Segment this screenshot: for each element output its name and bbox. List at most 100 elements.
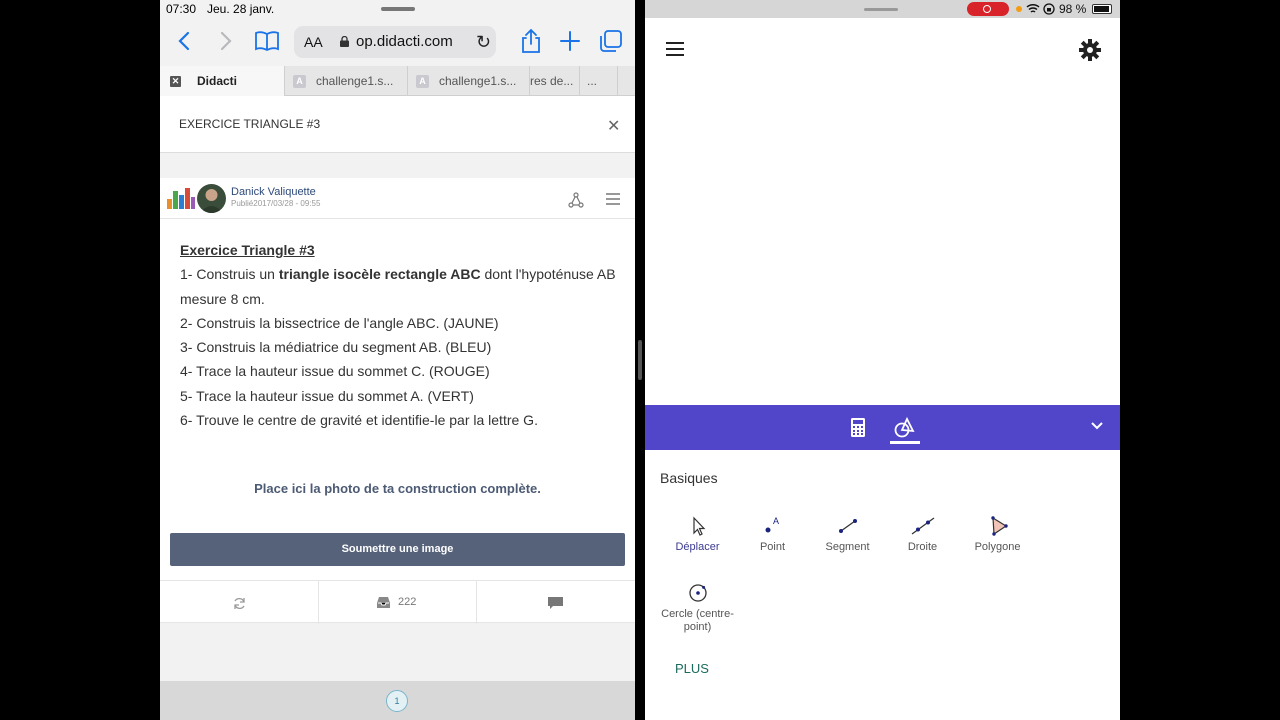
submissions-count: 222 xyxy=(398,596,417,608)
network-share-icon[interactable] xyxy=(568,192,584,208)
mic-indicator-icon xyxy=(1016,6,1022,12)
geogebra-pane: 98 % Basiques Déplacer A Point Segment D… xyxy=(645,0,1120,720)
share-icon[interactable] xyxy=(518,28,544,54)
post-actions: 222 xyxy=(160,580,635,624)
cursor-icon xyxy=(692,516,705,536)
divider-handle[interactable] xyxy=(638,340,642,380)
calculator-icon[interactable] xyxy=(851,418,865,437)
point-icon: A xyxy=(765,516,779,533)
wifi-icon xyxy=(1026,3,1040,13)
tool-line[interactable]: Droite xyxy=(885,514,960,554)
tab-didacti[interactable]: ✕ Didacti xyxy=(160,66,285,96)
tab-label: Didacti xyxy=(197,74,238,88)
post-heading: Exercice Triangle #3 xyxy=(180,242,315,258)
tab-overflow[interactable]: ... xyxy=(580,66,618,96)
multitask-grabber[interactable] xyxy=(381,7,415,11)
exercise-body: Exercice Triangle #3 1- Construis un tri… xyxy=(180,238,620,432)
tool-move[interactable]: Déplacer xyxy=(660,514,735,554)
avatar xyxy=(197,184,226,213)
status-bar: 07:30 Jeu. 28 janv. xyxy=(160,0,635,18)
battery-icon xyxy=(1092,4,1112,14)
pagination-area: 1 xyxy=(160,681,635,720)
split-view-divider[interactable] xyxy=(635,0,645,720)
published-date: Publié2017/03/28 - 09:55 xyxy=(231,199,321,208)
new-tab-icon[interactable] xyxy=(557,28,583,54)
battery-percent: 98 % xyxy=(1059,2,1087,16)
tool-label: Cercle (centre-point) xyxy=(661,608,734,633)
didacti-logo-icon xyxy=(167,188,195,209)
tab-label: ... xyxy=(587,74,598,88)
comments-action[interactable] xyxy=(477,581,635,624)
tool-point[interactable]: A Point xyxy=(735,514,810,554)
close-icon[interactable]: ✕ xyxy=(607,116,620,136)
geometry-canvas[interactable] xyxy=(645,75,1120,405)
inbox-icon xyxy=(377,597,390,608)
instruction-2: 2- Construis la bissectrice de l'angle A… xyxy=(180,314,499,331)
tool-panel-header xyxy=(645,405,1120,450)
exercise-title: EXERCICE TRIANGLE #3 xyxy=(179,117,321,131)
chevron-down-icon[interactable] xyxy=(1090,421,1104,431)
post-header: Danick Valiquette Publié2017/03/28 - 09:… xyxy=(160,178,635,219)
tool-circle-center-point[interactable]: Cercle (centre-point) xyxy=(660,581,735,634)
refresh-action[interactable] xyxy=(160,581,319,624)
tab-challenge-1[interactable]: Achallenge1.s... xyxy=(285,66,408,96)
tool-label: Point xyxy=(759,541,786,553)
refresh-icon xyxy=(234,597,245,610)
tab-res[interactable]: res de... xyxy=(530,66,580,96)
status-bar-right: 98 % xyxy=(645,0,1120,18)
tool-label: Droite xyxy=(907,541,938,553)
hamburger-menu-icon[interactable] xyxy=(666,42,684,56)
browser-toolbar: AA op.didacti.com ↻ xyxy=(160,18,635,66)
forward-icon[interactable] xyxy=(212,28,238,54)
instruction-1: 1- Construis un triangle isocèle rectang… xyxy=(180,266,616,307)
tab-label: res de... xyxy=(530,74,574,88)
segment-icon xyxy=(838,519,857,533)
screen-recording-icon[interactable] xyxy=(967,2,1009,16)
line-icon xyxy=(911,517,934,535)
bookmarks-icon[interactable] xyxy=(254,28,280,54)
status-time: 07:30 xyxy=(166,2,197,16)
reader-aa-button[interactable]: AA xyxy=(304,34,323,50)
geometry-tools-icon[interactable] xyxy=(893,416,915,438)
safari-pane: 07:30 Jeu. 28 janv. AA op.didacti.com ↻ xyxy=(160,0,635,720)
more-tools-button[interactable]: PLUS xyxy=(675,661,709,676)
lock-icon xyxy=(340,36,349,47)
instruction-6: 6- Trouve le centre de gravité et identi… xyxy=(180,412,538,429)
rotation-lock-icon xyxy=(1043,3,1055,15)
circle-icon xyxy=(688,584,707,602)
instruction-5: 5- Trace la hauteur issue du sommet A. (… xyxy=(180,387,474,404)
status-date: Jeu. 28 janv. xyxy=(207,2,275,16)
spacer xyxy=(160,154,635,178)
gear-icon[interactable] xyxy=(1079,39,1101,61)
tab-label: challenge1.s... xyxy=(439,74,517,88)
favicon-icon: A xyxy=(293,75,306,89)
instruction-4: 4- Trace la hauteur issue du sommet C. (… xyxy=(180,363,490,380)
tab-strip: ✕ Didacti Achallenge1.s... Achallenge1.s.… xyxy=(160,66,635,96)
url-text: op.didacti.com xyxy=(356,33,453,50)
tools-section-title: Basiques xyxy=(660,470,718,486)
tool-polygon[interactable]: Polygone xyxy=(960,514,1035,554)
favicon-icon: A xyxy=(416,75,429,89)
polygon-icon xyxy=(990,516,1008,536)
tool-segment[interactable]: Segment xyxy=(810,514,885,554)
post-card: Danick Valiquette Publié2017/03/28 - 09:… xyxy=(160,178,635,580)
tabs-overview-icon[interactable] xyxy=(598,28,624,54)
reload-icon[interactable]: ↻ xyxy=(476,32,491,53)
upload-prompt: Place ici la photo de ta construction co… xyxy=(254,481,541,496)
exercise-header: EXERCICE TRIANGLE #3 ✕ xyxy=(160,96,635,153)
multitask-grabber[interactable] xyxy=(864,8,898,11)
tool-label: Polygone xyxy=(974,541,1021,553)
author-name[interactable]: Danick Valiquette xyxy=(231,186,316,198)
tool-label: Segment xyxy=(825,541,870,553)
svg-text:A: A xyxy=(773,516,779,526)
close-tab-icon[interactable]: ✕ xyxy=(170,76,181,88)
back-icon[interactable] xyxy=(172,28,198,54)
page-indicator[interactable]: 1 xyxy=(386,690,408,712)
tab-challenge-2[interactable]: Achallenge1.s... xyxy=(408,66,530,96)
emphasis: triangle isocèle rectangle ABC xyxy=(278,266,481,283)
address-bar[interactable]: AA op.didacti.com ↻ xyxy=(294,26,496,58)
instruction-3: 3- Construis la médiatrice du segment AB… xyxy=(180,339,492,356)
submit-image-button[interactable]: Soumettre une image xyxy=(170,533,625,566)
tool-label: Déplacer xyxy=(675,541,720,553)
menu-icon[interactable] xyxy=(606,193,620,205)
